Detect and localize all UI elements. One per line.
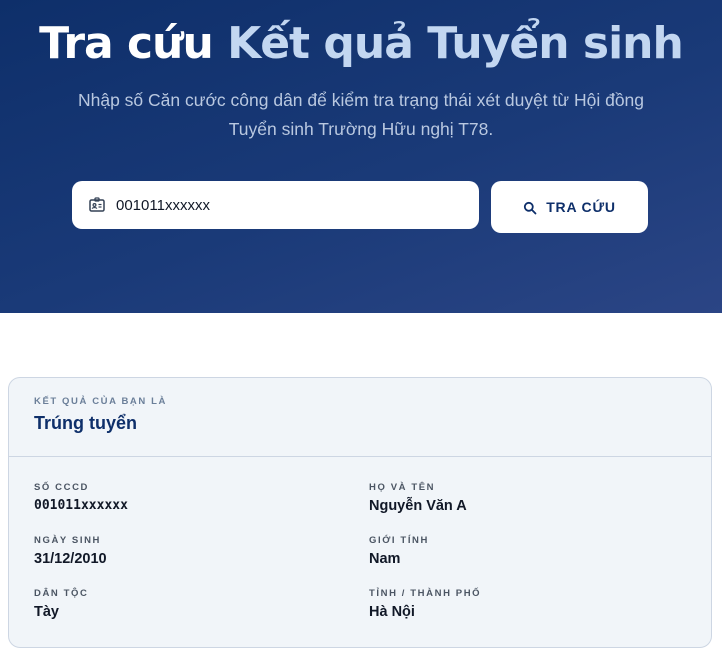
field-label: GIỚI TÍNH [369,535,429,546]
field-label: HỌ VÀ TÊN [369,482,436,493]
result-eyebrow: KẾT QUẢ CỦA BẠN LÀ [34,396,167,407]
result-status: Trúng tuyển [34,413,137,433]
id-card-icon [88,196,106,214]
search-button[interactable]: TRA CỨU [491,181,648,233]
page-title: Tra cứu Kết quả Tuyển sinh [0,18,722,69]
hero-banner: Tra cứu Kết quả Tuyển sinh Nhập số Căn c… [0,0,722,313]
field-label: DÂN TỘC [34,588,89,599]
result-header: KẾT QUẢ CỦA BẠN LÀ Trúng tuyển [9,378,711,457]
result-card: KẾT QUẢ CỦA BẠN LÀ Trúng tuyển SỐ CCCD 0… [8,377,712,648]
field-value: Tày [34,604,59,620]
search-box[interactable] [72,181,479,229]
field-value: 001011xxxxxx [34,498,128,513]
field-cccd: SỐ CCCD 001011xxxxxx [34,482,128,513]
search-button-label: TRA CỨU [546,199,616,215]
title-main: Tra cứu [39,18,214,69]
field-dob: NGÀY SINH 31/12/2010 [34,535,107,567]
page-subtitle: Nhập số Căn cước công dân để kiểm tra tr… [77,90,645,139]
field-label: NGÀY SINH [34,535,102,546]
field-full-name: HỌ VÀ TÊN Nguyễn Văn A [369,482,467,514]
search-icon [523,200,537,215]
field-value: Nam [369,551,401,567]
field-label: SỐ CCCD [34,482,90,493]
field-gender: GIỚI TÍNH Nam [369,535,429,567]
field-label: TỈNH / THÀNH PHỐ [369,588,482,599]
field-ethnicity: DÂN TỘC Tày [34,588,88,620]
title-accent: Kết quả Tuyển sinh [227,18,684,69]
field-value: Nguyễn Văn A [369,498,467,514]
field-province: TỈNH / THÀNH PHỐ Hà Nội [369,588,481,620]
field-value: 31/12/2010 [34,551,107,567]
cccd-search-input[interactable] [116,190,456,220]
field-value: Hà Nội [369,604,415,620]
